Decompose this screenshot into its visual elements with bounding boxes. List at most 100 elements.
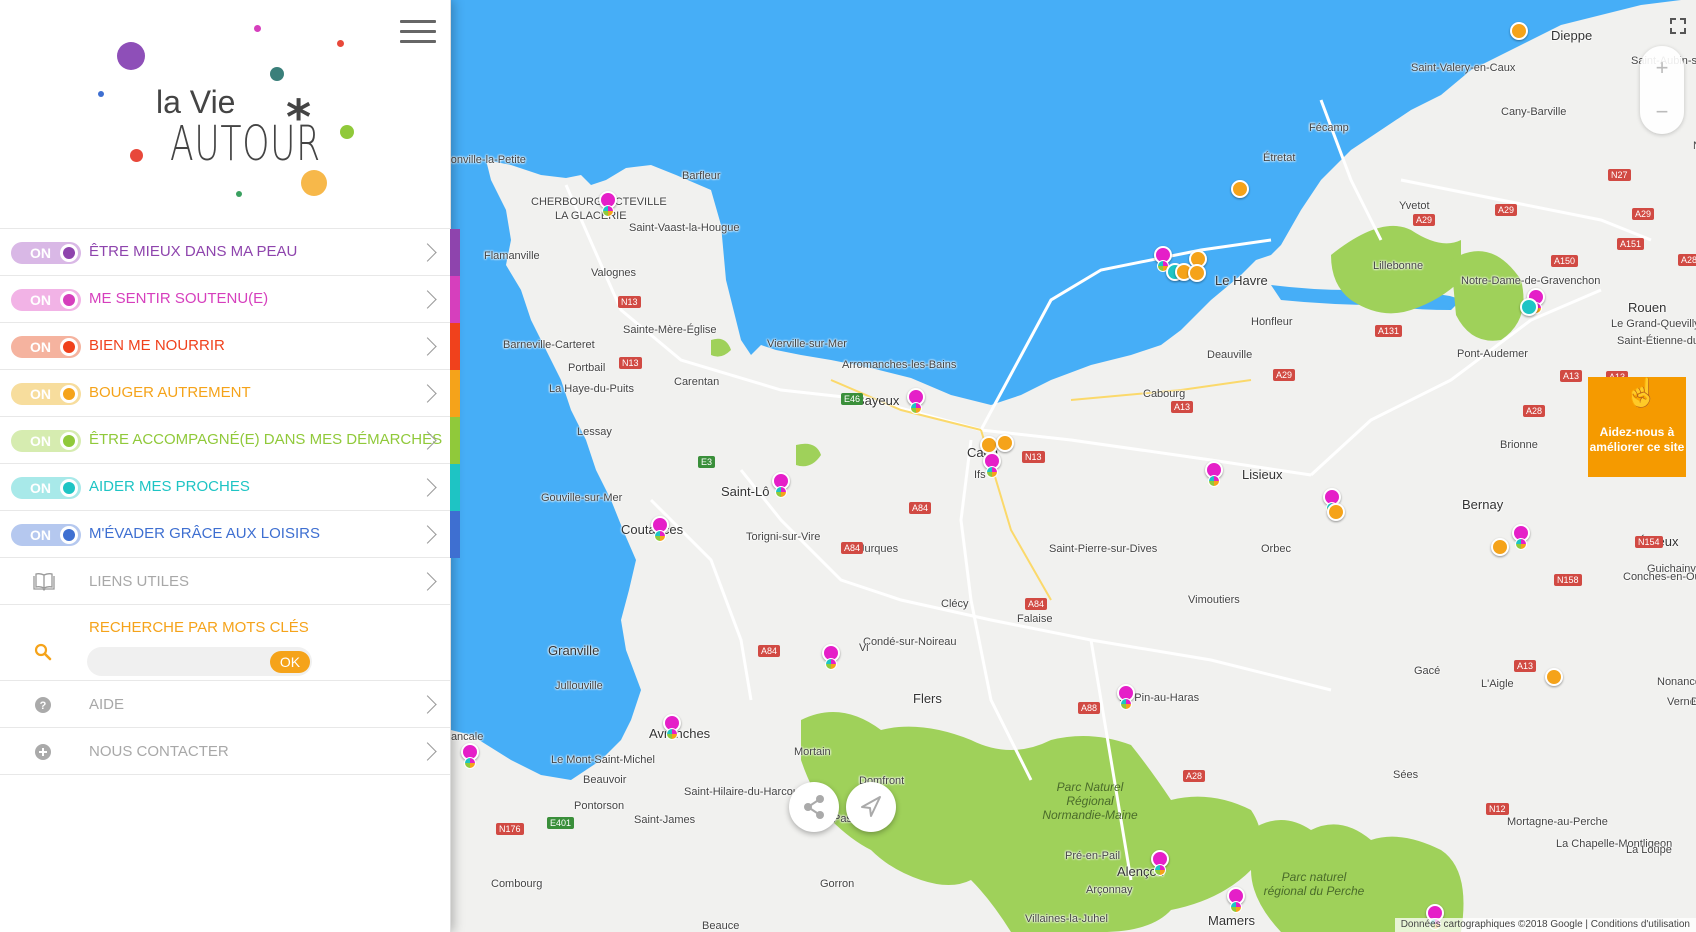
category-row[interactable]: ON BIEN ME NOURRIR — [0, 323, 460, 370]
map-marker[interactable] — [1491, 538, 1509, 556]
svg-text:?: ? — [40, 700, 47, 712]
sidebar-item-contact[interactable]: NOUS CONTACTER — [0, 728, 450, 775]
zoom-in-button[interactable]: + — [1640, 46, 1684, 90]
map-marker[interactable] — [996, 434, 1014, 452]
place-label: Omonville-la-Petite — [451, 154, 526, 166]
place-label: Conches-en-Ouche — [1623, 571, 1696, 583]
map-marker[interactable] — [1327, 503, 1345, 521]
sidebar-item-label: AIDE — [89, 696, 125, 713]
sidebar-item-liens-utiles[interactable]: LIENS UTILES — [0, 558, 450, 605]
cluster-icon — [1230, 901, 1242, 913]
cluster-icon — [825, 658, 837, 670]
place-label: Étretat — [1263, 152, 1296, 164]
category-toggle[interactable]: ON — [11, 430, 81, 452]
zoom-control: + − — [1640, 46, 1684, 134]
category-toggle[interactable]: ON — [11, 336, 81, 358]
locate-button[interactable] — [846, 782, 896, 832]
chevron-right-icon — [418, 742, 437, 761]
map-marker[interactable] — [1510, 22, 1528, 40]
place-label: Saint-Vaast-la-Hougue — [629, 222, 740, 234]
map-attribution[interactable]: Données cartographiques ©2018 Google | C… — [1394, 918, 1696, 932]
fullscreen-icon[interactable] — [1668, 16, 1688, 36]
cluster-icon — [910, 402, 922, 414]
category-row[interactable]: ON ME SENTIR SOUTENU(E) — [0, 276, 460, 323]
place-label: Valognes — [591, 267, 637, 279]
place-label: Mortain — [794, 746, 831, 758]
place-label: Fécamp — [1309, 122, 1349, 134]
place-label: Pontorson — [574, 800, 625, 812]
place-label: Vimoutiers — [1188, 594, 1240, 606]
place-label: Avranches — [649, 726, 711, 741]
logo-dot — [340, 125, 354, 139]
search-ok-button[interactable]: OK — [270, 651, 310, 673]
place-label: Arromanches-les-Bains — [842, 359, 957, 371]
park-label: Parc naturel régional du Perche — [1263, 870, 1365, 898]
road-shield: A29 — [1273, 369, 1296, 381]
place-label: Barfleur — [682, 170, 721, 182]
map[interactable]: DieppeSaint-Aubin-suSaint-Valery-en-Caux… — [451, 0, 1696, 932]
road-shield: E401 — [547, 817, 575, 829]
place-label: Carentan — [674, 376, 720, 388]
place-label: Villaines-la-Juhel — [1025, 913, 1108, 925]
map-marker[interactable] — [1545, 668, 1563, 686]
place-label: Rouen — [1628, 300, 1667, 315]
place-label: Notre-Dame-de-Gravenchon — [1461, 275, 1601, 287]
place-label: Saint-Lô — [721, 484, 770, 499]
category-toggle[interactable]: ON — [11, 242, 81, 264]
share-button[interactable] — [789, 782, 839, 832]
category-label: AIDER MES PROCHES — [89, 478, 250, 495]
place-label: LA GLACERIE — [555, 210, 627, 222]
category-color-stripe — [450, 511, 460, 558]
map-marker[interactable] — [1188, 264, 1206, 282]
zoom-out-button[interactable]: − — [1640, 90, 1684, 134]
cluster-icon — [1515, 538, 1527, 550]
category-label: M'ÉVADER GRÂCE AUX LOISIRS — [89, 525, 320, 542]
sidebar-item-label: NOUS CONTACTER — [89, 743, 229, 760]
category-row[interactable]: ON ÊTRE ACCOMPAGNÉ(E) DANS MES DÉMARCHES — [0, 417, 460, 464]
category-toggle[interactable]: ON — [11, 289, 81, 311]
road-shield: A88 — [1078, 702, 1101, 714]
toggle-knob — [60, 385, 78, 403]
toggle-knob — [60, 432, 78, 450]
place-label: Le Grand-Quevilly — [1611, 318, 1696, 330]
category-row[interactable]: ON BOUGER AUTREMENT — [0, 370, 460, 417]
logo-star: * — [286, 90, 312, 146]
place-label: Cancale — [451, 731, 484, 743]
cluster-icon — [1208, 475, 1220, 487]
toggle-label: ON — [30, 480, 51, 496]
road-shield: N12 — [1486, 803, 1509, 815]
place-label: Sainte-Mère-Église — [623, 324, 717, 336]
road-shield: N154 — [1635, 536, 1663, 548]
logo-dot — [117, 42, 145, 70]
place-label: Mamers — [1208, 913, 1255, 928]
category-color-stripe — [450, 323, 460, 370]
chevron-right-icon — [418, 290, 437, 309]
category-color-stripe — [450, 464, 460, 511]
app-root: la Vie AUTOUR * ON ÊTRE MIEUX DANS MA PEA… — [0, 0, 1696, 932]
category-row[interactable]: ON AIDER MES PROCHES — [0, 464, 460, 511]
search-input[interactable] — [97, 651, 257, 672]
cluster-icon — [1154, 864, 1166, 876]
road-shield: N27 — [1608, 169, 1631, 181]
category-toggle[interactable]: ON — [11, 383, 81, 405]
place-label: Flers — [913, 691, 942, 706]
cluster-icon — [775, 486, 787, 498]
book-icon — [33, 573, 55, 591]
road-shield: A84 — [1025, 598, 1048, 610]
sidebar-item-aide[interactable]: ? AIDE — [0, 681, 450, 728]
feedback-button[interactable]: ☝ Aidez-nous à améliorer ce site — [1588, 377, 1686, 477]
category-toggle[interactable]: ON — [11, 477, 81, 499]
category-color-stripe — [450, 417, 460, 464]
navigation-icon — [861, 796, 881, 817]
map-marker[interactable] — [1231, 180, 1249, 198]
menu-icon[interactable] — [400, 20, 436, 46]
road-shield: A13 — [1514, 660, 1537, 672]
map-marker[interactable] — [1520, 298, 1538, 316]
category-row[interactable]: ON ÊTRE MIEUX DANS MA PEAU — [0, 229, 460, 276]
chevron-right-icon — [418, 572, 437, 591]
category-row[interactable]: ON M'ÉVADER GRÂCE AUX LOISIRS — [0, 511, 460, 558]
road-shield: N13 — [1022, 451, 1045, 463]
category-toggle[interactable]: ON — [11, 524, 81, 546]
road-shield: A84 — [909, 502, 932, 514]
road-shield: A13 — [1171, 401, 1194, 413]
